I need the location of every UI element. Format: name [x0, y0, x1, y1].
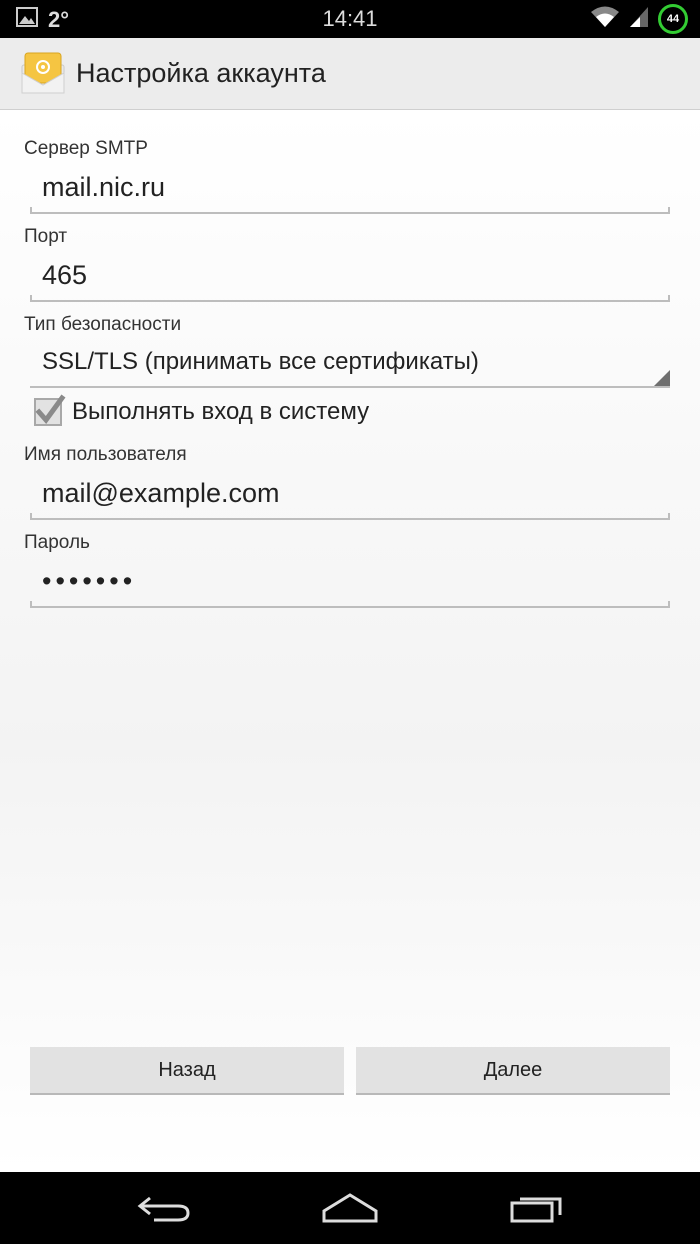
password-label: Пароль — [24, 532, 90, 553]
action-bar: Настройка аккаунта — [0, 38, 700, 110]
security-type-label: Тип безопасности — [24, 314, 182, 335]
field-underline — [30, 295, 670, 302]
username-value: mail@example.com — [42, 478, 280, 508]
require-signin-checkbox[interactable] — [34, 394, 66, 426]
smtp-server-label: Сервер SMTP — [24, 138, 148, 159]
battery-icon: 44 — [658, 4, 688, 34]
security-type-dropdown[interactable]: SSL/TLS (принимать все сертификаты) — [30, 342, 670, 388]
status-bar-right: 44 — [590, 4, 688, 34]
home-icon[interactable] — [310, 1188, 390, 1228]
wifi-icon — [590, 5, 620, 34]
battery-level-text: 44 — [666, 13, 680, 25]
navigation-bar — [0, 1172, 700, 1244]
account-settings-form: Сервер SMTP mail.nic.ru Порт 465 Тип без… — [0, 110, 700, 1172]
signal-icon — [628, 5, 650, 34]
back-icon[interactable] — [124, 1188, 204, 1228]
smtp-server-value: mail.nic.ru — [42, 172, 166, 202]
field-underline — [30, 207, 670, 214]
status-bar: 2° 14:41 44 — [0, 0, 700, 38]
password-input[interactable]: ••••••• — [30, 562, 670, 608]
recent-apps-icon[interactable] — [498, 1188, 578, 1228]
back-button[interactable]: Назад — [30, 1047, 344, 1095]
security-type-value: SSL/TLS (принимать все сертификаты) — [42, 348, 479, 375]
checkmark-icon — [35, 394, 66, 425]
next-button[interactable]: Далее — [356, 1047, 670, 1095]
field-underline — [30, 601, 670, 608]
username-label: Имя пользователя — [24, 444, 187, 465]
page-title: Настройка аккаунта — [76, 58, 326, 88]
port-label: Порт — [24, 226, 68, 247]
username-input[interactable]: mail@example.com — [30, 474, 670, 520]
dropdown-arrow-icon — [654, 370, 670, 386]
smtp-server-input[interactable]: mail.nic.ru — [30, 168, 670, 214]
port-value: 465 — [42, 260, 88, 290]
field-underline — [30, 386, 670, 388]
email-app-icon[interactable] — [20, 51, 66, 97]
require-signin-row[interactable]: Выполнять вход в систему — [34, 394, 370, 426]
field-underline — [30, 513, 670, 520]
password-value: ••••••• — [42, 566, 137, 596]
port-input[interactable]: 465 — [30, 256, 670, 302]
require-signin-label: Выполнять вход в систему — [72, 398, 370, 425]
